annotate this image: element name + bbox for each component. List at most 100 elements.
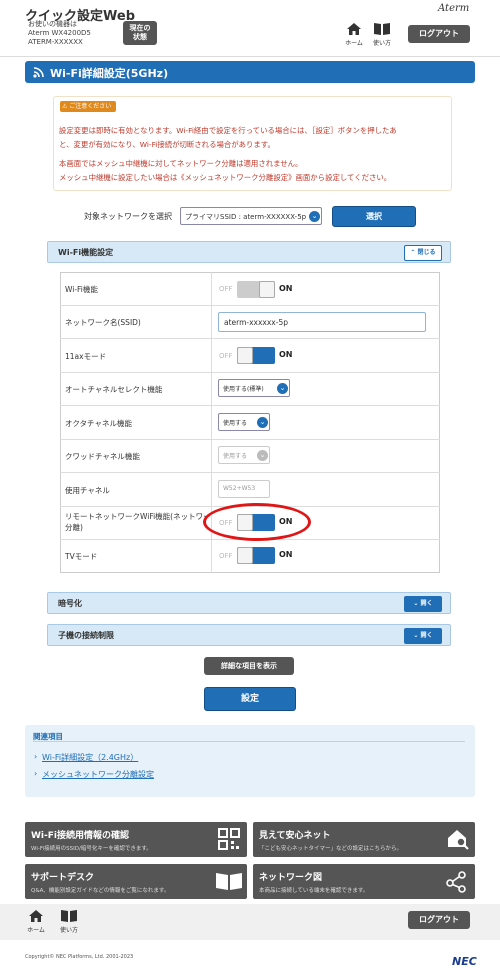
notice-badge-label: ご注意ください (69, 103, 112, 110)
open-label: 開く (420, 600, 433, 607)
banner-title: サポートデスク (31, 873, 95, 883)
wifi-off-label: OFF (219, 285, 233, 293)
ssid-input[interactable]: aterm-xxxxxx-5p (218, 312, 426, 332)
related-link-mesh[interactable]: メッシュネットワーク分離設定 (42, 769, 154, 780)
row-label-channel: 使用チャネル (65, 486, 110, 495)
wifi-section-header: Wi-Fi機能設定 ⌃ 閉じる (47, 241, 451, 263)
encryption-section-title: 暗号化 (58, 599, 82, 608)
home-icon (347, 23, 361, 35)
expand-encryption-button[interactable]: ⌄ 開く (404, 596, 442, 612)
notice-line-3: 本画面ではメッシュ中継機に対してネットワーク分離は適用されません。 (59, 159, 303, 168)
device-line-1: お使いの機器は (28, 20, 77, 28)
open-label: 開く (420, 632, 433, 639)
collapse-button[interactable]: ⌃ 閉じる (404, 245, 442, 261)
highlight-ellipse (203, 503, 311, 541)
footer-logout-button[interactable]: ログアウト (408, 911, 470, 929)
auto-channel-value: 使用する(標準) (223, 386, 264, 393)
select-network-button[interactable]: 選択 (332, 206, 416, 227)
manual-label: 使い方 (372, 40, 391, 47)
encryption-section-header[interactable]: 暗号化 ⌄ 開く (47, 592, 451, 614)
current-status-button[interactable]: 現在の 状態 (123, 21, 157, 45)
device-model: Aterm WX4200D5 (28, 29, 91, 37)
channel-select[interactable]: W52+W53 (218, 480, 270, 498)
chevron-right-icon: › (34, 752, 38, 761)
book-icon (216, 873, 242, 890)
wifi-section-title: Wi-Fi機能設定 (58, 248, 114, 257)
show-detail-button[interactable]: 詳細な項目を表示 (204, 657, 294, 675)
toggle-knob (237, 347, 253, 364)
11ax-on-label: ON (279, 350, 293, 359)
manual-button[interactable]: 使い方 (368, 22, 396, 47)
notice-line-4: メッシュ中継機に設定したい場合は《メッシュネットワーク分離設定》画面から設定して… (59, 173, 392, 182)
footer-home-button[interactable]: ホーム (22, 909, 50, 934)
banner-subtitle: Wi-Fi接続用のSSID/暗号化キーを確認できます。 (31, 846, 152, 852)
11ax-toggle[interactable] (237, 347, 275, 364)
row-label-octa: オクタチャネル機能 (65, 419, 132, 428)
banner-title: Wi-Fi接続用情報の確認 (31, 831, 129, 841)
row-label-11ax: 11axモード (65, 352, 107, 361)
chevron-down-icon: ⌄ (257, 417, 268, 428)
status-btn-line2: 状態 (133, 33, 147, 41)
quad-channel-select[interactable]: 使用する ⌄ (218, 446, 270, 464)
channel-value: W52+W53 (223, 485, 256, 492)
row-label-remote-network: リモートネットワークWiFi機能(ネットワーク (65, 512, 210, 521)
nec-logo: NEC (452, 955, 477, 968)
aterm-logo: Aterm (438, 3, 470, 14)
logout-button[interactable]: ログアウト (408, 25, 470, 43)
collapse-label: 閉じる (417, 249, 436, 256)
notice-line-2: と、変更が有効になり、Wi-Fi接続が切断される場合があります。 (59, 140, 275, 149)
octa-channel-value: 使用する (223, 420, 248, 427)
network-select[interactable]: プライマリSSID : aterm-XXXXXX-5p ⌄ (180, 207, 322, 225)
row-divider (60, 305, 440, 306)
banner-subtitle: 本商品に接続している端末を確認できます。 (259, 888, 369, 894)
expand-client-limit-button[interactable]: ⌄ 開く (404, 628, 442, 644)
home-label: ホーム (345, 40, 363, 47)
network-select-value: プライマリSSID : aterm-XXXXXX-5p (185, 213, 307, 221)
book-icon (61, 910, 77, 922)
home-icon (29, 910, 43, 922)
page-title: Wi-Fi詳細設定(5GHz) (50, 67, 169, 80)
banner-support-desk[interactable]: サポートデスク Q&A、機能別設定ガイドなどの情報をご覧になれます。 (25, 864, 247, 899)
copyright: Copyright© NEC Platforms, Ltd. 2001-2023 (25, 954, 134, 960)
related-link-wifi-24[interactable]: Wi-Fi詳細設定（2.4GHz） (42, 752, 138, 763)
apply-button[interactable]: 設定 (204, 687, 296, 711)
chevron-down-icon: ⌄ (309, 211, 320, 222)
network-map-icon (446, 871, 466, 893)
toggle-knob (259, 281, 275, 298)
row-divider (60, 472, 440, 473)
row-divider (60, 372, 440, 373)
wifi-toggle[interactable] (237, 281, 275, 298)
row-divider (60, 439, 440, 440)
client-limit-section-title: 子機の接続制限 (58, 631, 114, 640)
book-icon (374, 23, 390, 35)
notice-badge: ⚠ ご注意ください (60, 101, 116, 112)
banner-safe-net[interactable]: 見えて安心ネット 「こども安心ネットタイマー」などの設定はこちらから。 (253, 822, 475, 857)
row-label-remote-network-2: 分離) (65, 523, 83, 532)
banner-wifi-info[interactable]: Wi-Fi接続用情報の確認 Wi-Fi接続用のSSID/暗号化キーを確認できます… (25, 822, 247, 857)
network-select-label: 対象ネットワークを選択 (84, 212, 172, 221)
auto-channel-select[interactable]: 使用する(標準) ⌄ (218, 379, 290, 397)
octa-channel-select[interactable]: 使用する ⌄ (218, 413, 270, 431)
tv-on-label: ON (279, 550, 293, 559)
footer-manual-button[interactable]: 使い方 (55, 909, 83, 934)
tv-mode-toggle[interactable] (237, 547, 275, 564)
banner-title: 見えて安心ネット (259, 831, 331, 841)
wifi-icon (33, 67, 44, 78)
row-label-ssid: ネットワーク名(SSID) (65, 318, 141, 327)
chevron-down-icon: ⌄ (257, 450, 268, 461)
row-divider (60, 338, 440, 339)
home-button[interactable]: ホーム (340, 22, 368, 47)
client-limit-section-header[interactable]: 子機の接続制限 ⌄ 開く (47, 624, 451, 646)
page-title-bar: Wi-Fi詳細設定(5GHz) (25, 61, 475, 83)
notice-line-1: 設定変更は即時に有効となります。Wi-Fi経由で設定を行っている場合には、［設定… (59, 126, 397, 135)
banner-subtitle: Q&A、機能別設定ガイドなどの情報をご覧になれます。 (31, 888, 170, 894)
banner-title: ネットワーク図 (259, 873, 323, 883)
status-btn-line1: 現在の (129, 24, 151, 32)
quad-channel-value: 使用する (223, 453, 248, 460)
banner-network-map[interactable]: ネットワーク図 本商品に接続している端末を確認できます。 (253, 864, 475, 899)
toggle-knob (237, 547, 253, 564)
device-id: ATERM-XXXXXX (28, 38, 83, 46)
footer-home-label: ホーム (27, 927, 45, 934)
wifi-on-label: ON (279, 284, 293, 293)
banner-subtitle: 「こども安心ネットタイマー」などの設定はこちらから。 (259, 846, 403, 852)
